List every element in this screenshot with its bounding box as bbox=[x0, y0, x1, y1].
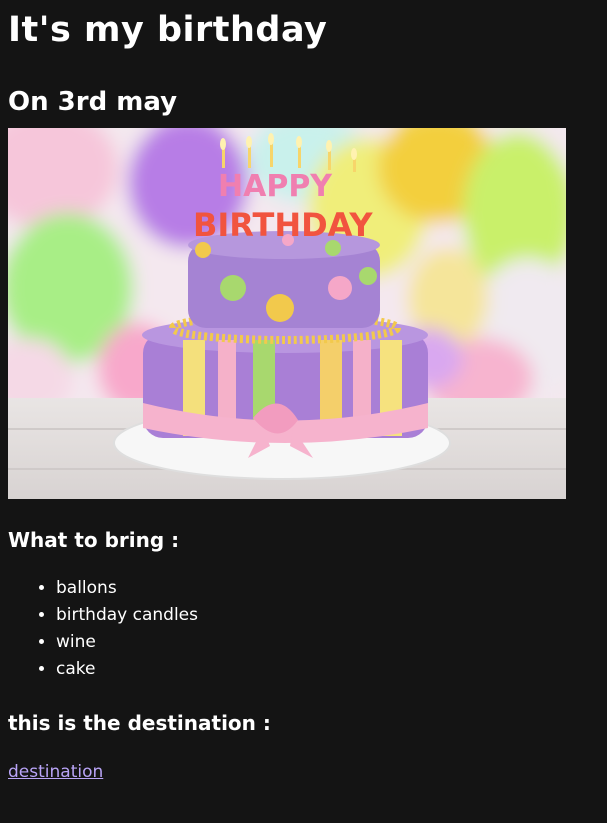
bring-list: ballons birthday candles wine cake bbox=[8, 575, 599, 683]
bottom-tier bbox=[142, 317, 428, 458]
list-item: ballons bbox=[56, 575, 599, 602]
candle-text-happy: HAPPY bbox=[218, 169, 333, 204]
page-subtitle: On 3rd may bbox=[8, 87, 178, 117]
birthday-cake-illustration: HAPPY BIRTHDAY bbox=[8, 128, 566, 499]
birthday-cake-image: HAPPY BIRTHDAY bbox=[8, 128, 566, 499]
destination-heading: this is the destination : bbox=[8, 711, 271, 735]
destination-link[interactable]: destination bbox=[8, 761, 103, 783]
top-tier bbox=[188, 231, 380, 328]
list-item: wine bbox=[56, 629, 599, 656]
bring-heading: What to bring : bbox=[8, 528, 180, 552]
candle-text-birthday: BIRTHDAY bbox=[193, 206, 373, 244]
page: It's my birthday On 3rd may HAPPY BIRTHD… bbox=[0, 0, 607, 823]
list-item: cake bbox=[56, 656, 599, 683]
list-item: birthday candles bbox=[56, 602, 599, 629]
page-title: It's my birthday bbox=[8, 10, 328, 50]
